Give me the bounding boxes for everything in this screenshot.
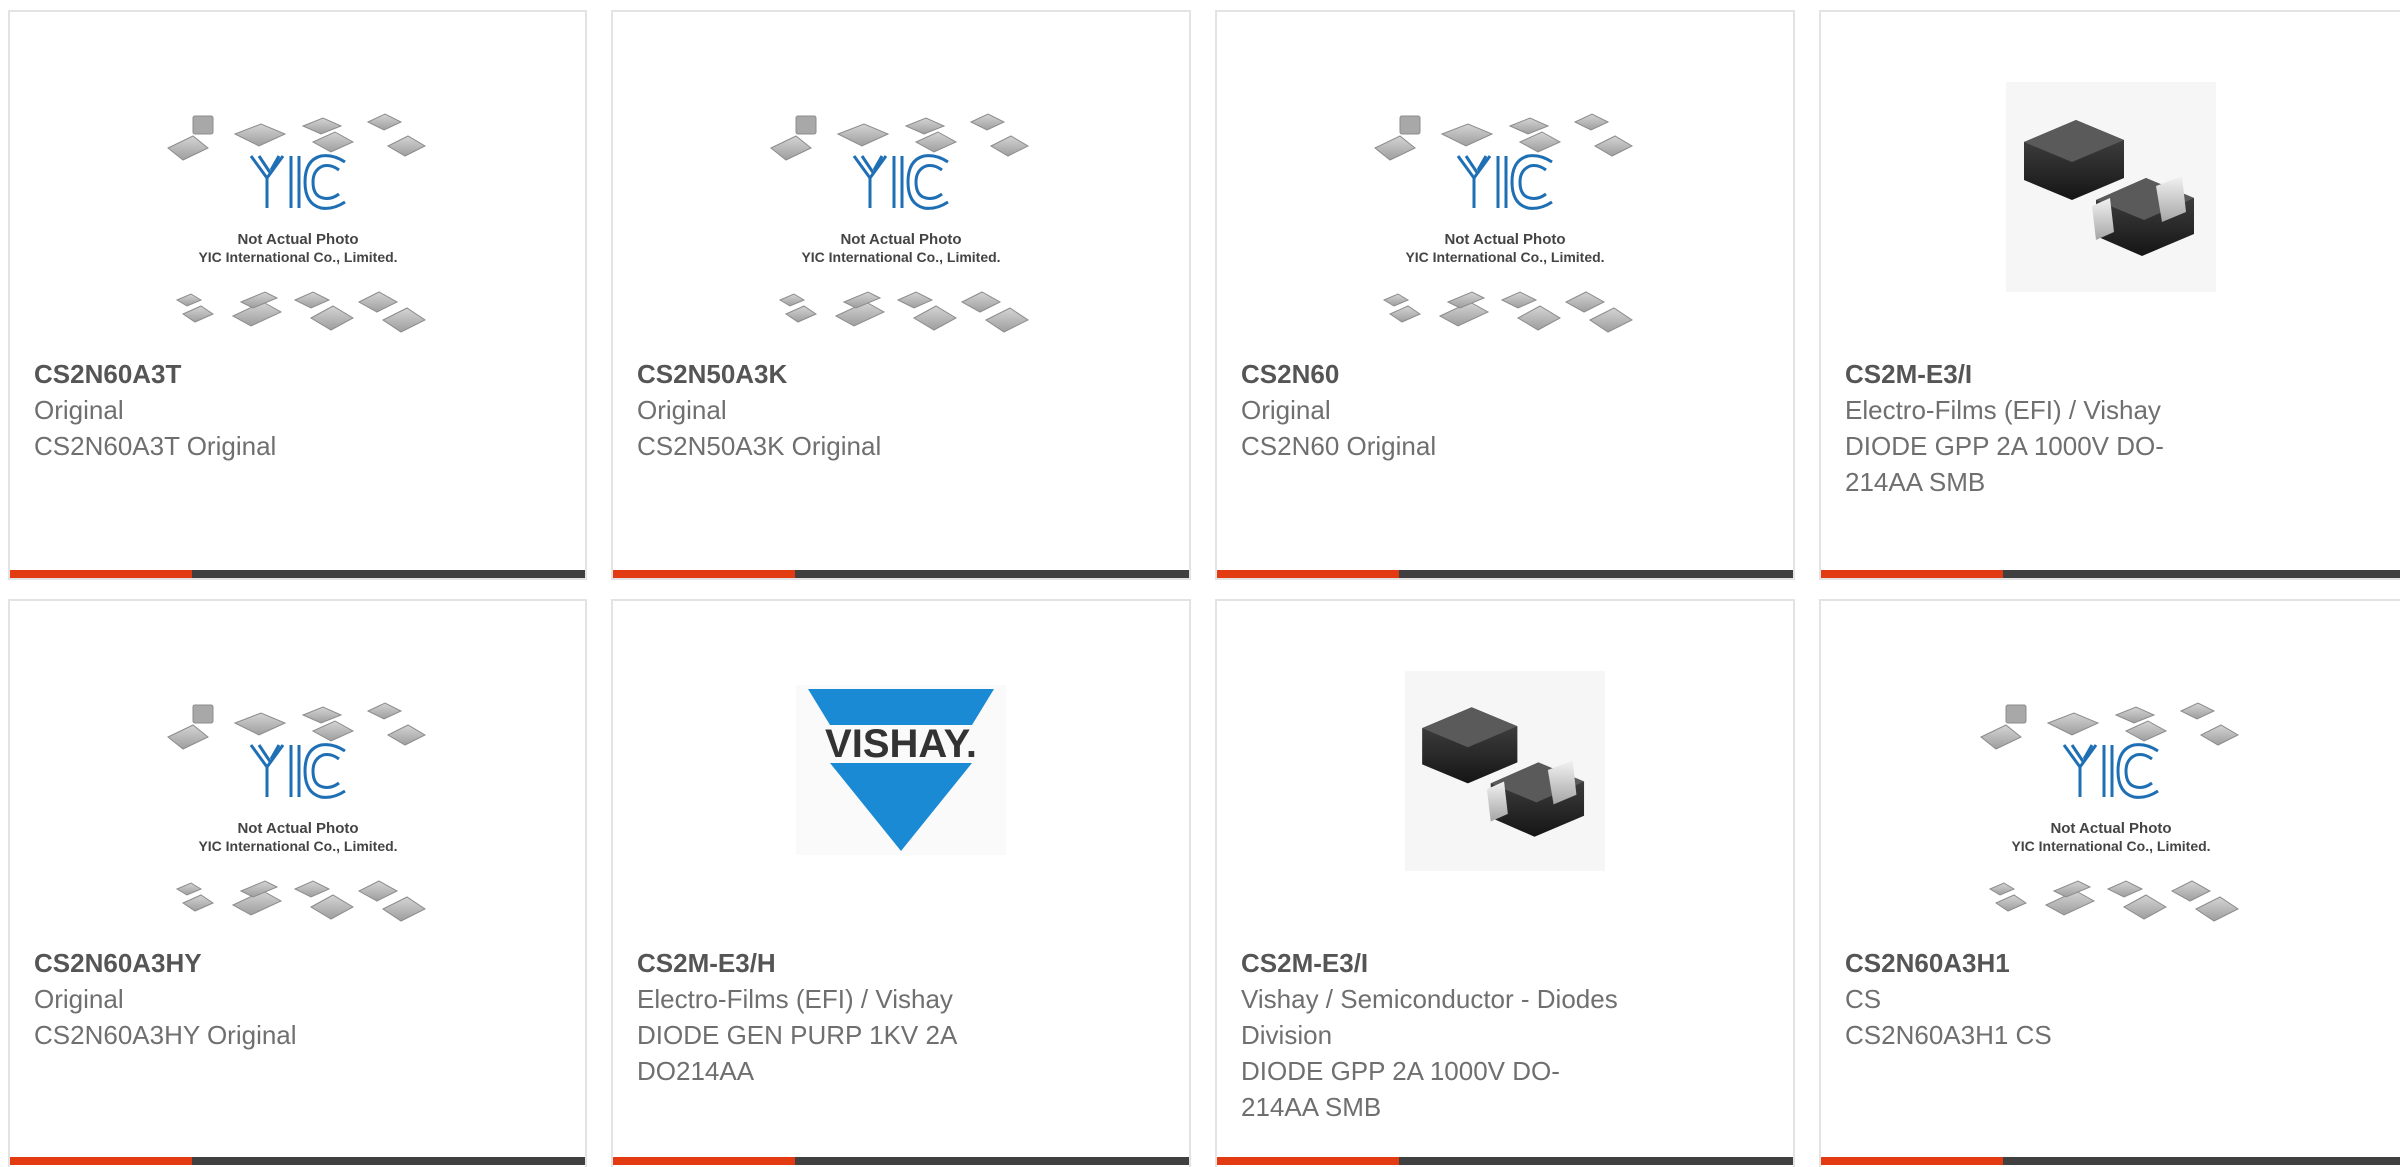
yic-placeholder-image: Not Actual Photo YIC International Co., …	[163, 96, 433, 348]
product-card[interactable]: Not Actual Photo YIC International Co., …	[611, 10, 1191, 580]
svg-text:Not Actual Photo: Not Actual Photo	[2050, 820, 2171, 837]
yic-placeholder-image: Not Actual Photo YIC International Co., …	[1370, 96, 1640, 348]
manufacturer-text: Original	[34, 395, 124, 425]
svg-text:YIC International Co., Limited: YIC International Co., Limited.	[198, 838, 397, 854]
manufacturer-text: Original	[34, 984, 124, 1014]
yic-placeholder-image: Not Actual Photo YIC International Co., …	[1976, 685, 2246, 937]
smb-diode-photo	[1405, 671, 1605, 871]
card-bottom-bar	[1821, 1157, 2400, 1165]
manufacturer-text: CS	[1845, 984, 1882, 1014]
svg-text:Not Actual Photo: Not Actual Photo	[237, 820, 358, 837]
part-number-link[interactable]: CS2M-E3/I	[1845, 356, 2265, 392]
manufacturer-text: Electro-Films (EFI) / Vishay	[637, 984, 953, 1014]
description-text: CS2N60A3H1 CS	[1845, 1020, 2052, 1050]
card-bottom-bar	[10, 570, 585, 578]
description-text: DIODE GPP 2A 1000V DO-214AA SMB	[1845, 431, 2164, 497]
card-accent-bar	[613, 570, 795, 578]
card-bottom-bar	[613, 1157, 1189, 1165]
smb-diode-photo	[2005, 82, 2216, 292]
product-info: CS2M-E3/H Electro-Films (EFI) / Vishay D…	[637, 945, 1057, 1089]
description-text: CS2N60 Original	[1241, 431, 1437, 461]
part-number-link[interactable]: CS2N60A3T	[34, 356, 454, 392]
product-info: CS2N60A3HY Original CS2N60A3HY Original	[34, 945, 454, 1053]
svg-text:VISHAY.: VISHAY.	[825, 722, 977, 766]
product-card[interactable]: Not Actual Photo YIC International Co., …	[8, 599, 587, 1167]
svg-text:Not Actual Photo: Not Actual Photo	[840, 231, 961, 248]
svg-text:Not Actual Photo: Not Actual Photo	[1444, 231, 1565, 248]
card-bottom-bar	[1217, 570, 1793, 578]
description-text: DIODE GEN PURP 1KV 2A DO214AA	[637, 1020, 956, 1086]
description-text: CS2N60A3T Original	[34, 431, 277, 461]
product-info: CS2M-E3/I Electro-Films (EFI) / Vishay D…	[1845, 356, 2265, 500]
card-bottom-bar	[1821, 570, 2400, 578]
manufacturer-text: Vishay / Semiconductor - Diodes Division	[1241, 984, 1618, 1050]
card-accent-bar	[1821, 570, 2003, 578]
card-accent-bar	[10, 570, 192, 578]
product-card[interactable]: CS2M-E3/I Electro-Films (EFI) / Vishay D…	[1819, 10, 2400, 580]
description-text: CS2N60A3HY Original	[34, 1020, 297, 1050]
card-accent-bar	[1217, 570, 1399, 578]
product-info: CS2M-E3/I Vishay / Semiconductor - Diode…	[1241, 945, 1661, 1125]
product-card[interactable]: Not Actual Photo YIC International Co., …	[8, 10, 587, 580]
card-accent-bar	[613, 1157, 795, 1165]
svg-text:YIC International Co., Limited: YIC International Co., Limited.	[198, 249, 397, 265]
svg-text:YIC International Co., Limited: YIC International Co., Limited.	[2011, 838, 2210, 854]
part-number-link[interactable]: CS2N60A3H1	[1845, 945, 2265, 981]
part-number-link[interactable]: CS2M-E3/H	[637, 945, 1057, 981]
card-bottom-bar	[1217, 1157, 1793, 1165]
vishay-logo: VISHAY.	[796, 685, 1006, 855]
card-accent-bar	[10, 1157, 192, 1165]
part-number-link[interactable]: CS2M-E3/I	[1241, 945, 1661, 981]
card-bottom-bar	[613, 570, 1189, 578]
description-text: DIODE GPP 2A 1000V DO-214AA SMB	[1241, 1056, 1560, 1122]
part-number-link[interactable]: CS2N60	[1241, 356, 1661, 392]
product-info: CS2N50A3K Original CS2N50A3K Original	[637, 356, 1057, 464]
svg-text:YIC International Co., Limited: YIC International Co., Limited.	[801, 249, 1000, 265]
yic-placeholder-image: Not Actual Photo YIC International Co., …	[163, 685, 433, 937]
manufacturer-text: Electro-Films (EFI) / Vishay	[1845, 395, 2161, 425]
yic-placeholder-image: Not Actual Photo YIC International Co., …	[766, 96, 1036, 348]
product-info: CS2N60A3H1 CS CS2N60A3H1 CS	[1845, 945, 2265, 1053]
part-number-link[interactable]: CS2N50A3K	[637, 356, 1057, 392]
card-accent-bar	[1217, 1157, 1399, 1165]
product-grid: Not Actual Photo YIC International Co., …	[0, 0, 2400, 1167]
part-number-link[interactable]: CS2N60A3HY	[34, 945, 454, 981]
manufacturer-text: Original	[1241, 395, 1331, 425]
manufacturer-text: Original	[637, 395, 727, 425]
product-info: CS2N60A3T Original CS2N60A3T Original	[34, 356, 454, 464]
product-card[interactable]: Not Actual Photo YIC International Co., …	[1819, 599, 2400, 1167]
product-card[interactable]: Not Actual Photo YIC International Co., …	[1215, 10, 1795, 580]
description-text: CS2N50A3K Original	[637, 431, 882, 461]
svg-text:Not Actual Photo: Not Actual Photo	[237, 231, 358, 248]
card-accent-bar	[1821, 1157, 2003, 1165]
product-card[interactable]: CS2M-E3/I Vishay / Semiconductor - Diode…	[1215, 599, 1795, 1167]
svg-text:YIC International Co., Limited: YIC International Co., Limited.	[1405, 249, 1604, 265]
card-bottom-bar	[10, 1157, 585, 1165]
product-card[interactable]: VISHAY. CS2M-E3/H Electro-Films (EFI) / …	[611, 599, 1191, 1167]
product-info: CS2N60 Original CS2N60 Original	[1241, 356, 1661, 464]
